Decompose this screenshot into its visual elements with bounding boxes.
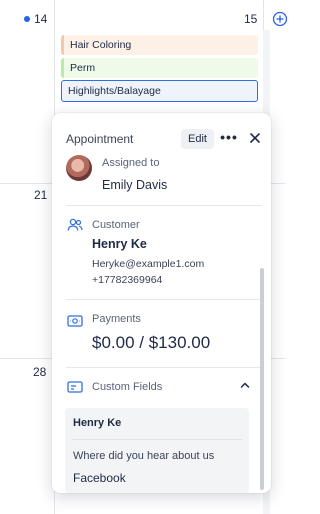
appointment-popover: Appointment Edit ••• Assigned to Emily D… [52, 113, 271, 493]
customer-section-label: Customer [92, 219, 140, 231]
custom-field-customer-name: Henry Ke [73, 417, 122, 429]
payments-section-label: Payments [92, 313, 141, 325]
day-number-21[interactable]: 21 [34, 188, 47, 202]
custom-fields-panel: Henry Ke Where did you hear about us Fac… [65, 408, 249, 493]
custom-fields-section-label: Custom Fields [92, 381, 163, 393]
today-indicator-dot [24, 16, 30, 22]
more-options-button[interactable]: ••• [219, 129, 239, 149]
event-perm[interactable]: Perm [61, 58, 258, 78]
close-icon[interactable] [248, 131, 262, 145]
custom-field-divider [72, 439, 242, 440]
payment-amount: $0.00 / $130.00 [92, 333, 211, 352]
edit-button[interactable]: Edit [181, 129, 214, 149]
customer-phone[interactable]: +17782369964 [92, 274, 162, 286]
chevron-up-icon[interactable] [240, 381, 250, 389]
custom-field-question: Where did you hear about us [73, 450, 215, 462]
section-divider [66, 205, 262, 206]
plus-circle-icon[interactable] [272, 11, 288, 27]
avatar [66, 155, 92, 181]
customer-email[interactable]: Heryke@example1.com [92, 258, 204, 270]
custom-field-answer: Facebook [73, 471, 126, 485]
customer-name[interactable]: Henry Ke [92, 237, 147, 251]
section-divider [66, 367, 262, 368]
day-number-15[interactable]: 15 [244, 12, 257, 26]
users-icon [67, 218, 83, 231]
section-divider [66, 299, 262, 300]
custom-fields-icon [67, 381, 83, 393]
event-hair-coloring[interactable]: Hair Coloring [61, 35, 258, 55]
payment-icon [67, 315, 83, 327]
day-number-28[interactable]: 28 [33, 365, 46, 379]
assigned-to-label: Assigned to [102, 157, 160, 169]
assigned-staff-name: Emily Davis [102, 178, 168, 192]
popover-scrollbar[interactable] [260, 268, 264, 490]
day-number-14[interactable]: 14 [34, 12, 47, 26]
event-highlights-balayage[interactable]: Highlights/Balayage [61, 80, 258, 102]
popover-title: Appointment [66, 132, 134, 146]
